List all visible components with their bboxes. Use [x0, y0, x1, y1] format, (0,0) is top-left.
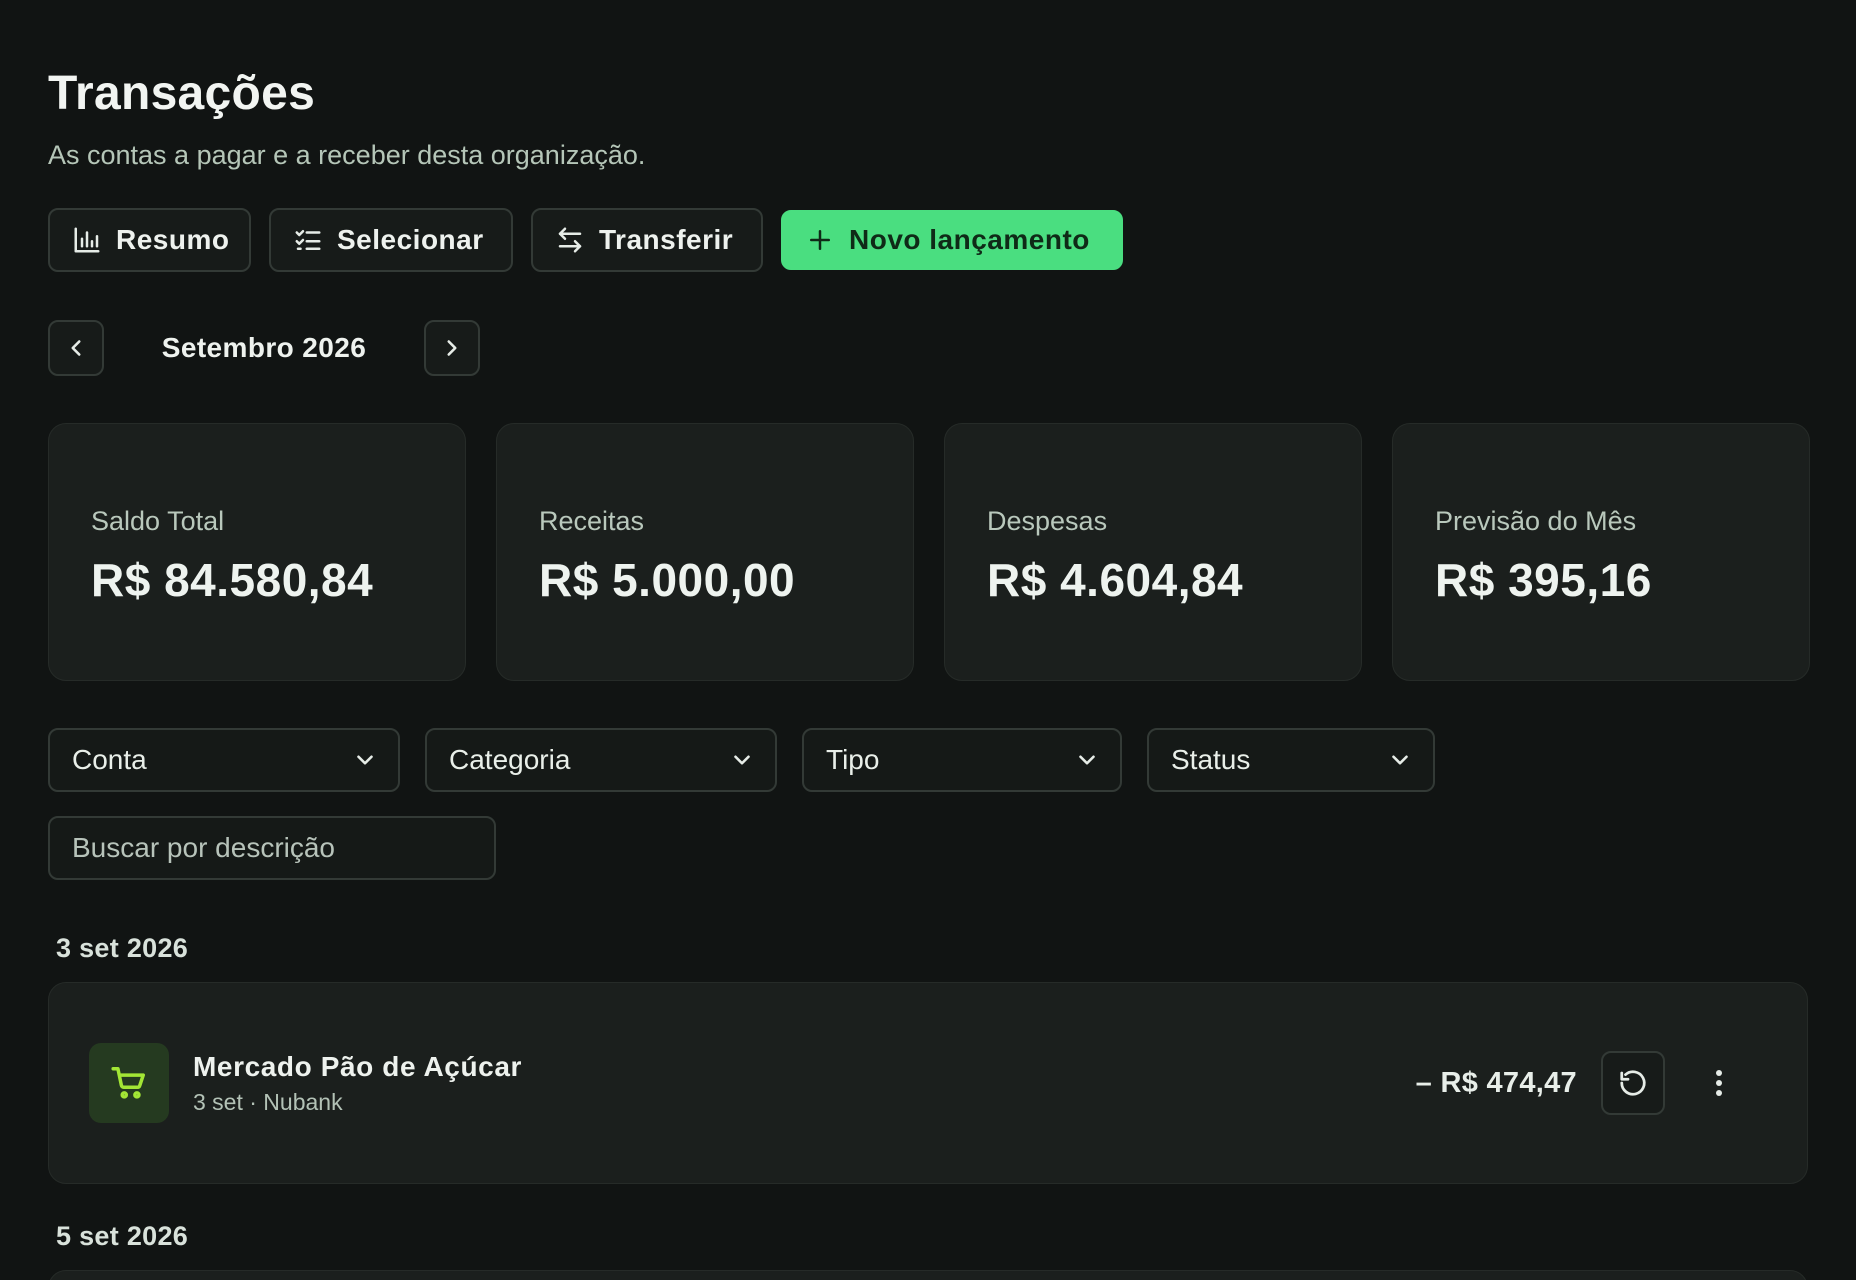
rotate-ccw-icon — [1618, 1068, 1648, 1098]
chevron-down-icon — [352, 747, 378, 773]
card-value: R$ 5.000,00 — [539, 553, 796, 606]
card-label: Previsão do Mês — [1435, 505, 1637, 536]
status-filter-value: Status — [1171, 744, 1251, 775]
summary-cards: Saldo Total R$ 84.580,84 Receitas R$ 5.0… — [48, 423, 1810, 681]
card-value: R$ 395,16 — [1435, 553, 1652, 606]
page-subtitle: As contas a pagar e a receber desta orga… — [48, 140, 646, 170]
select-button[interactable]: Selecionar — [269, 208, 513, 272]
type-filter-select[interactable]: Tipo — [802, 728, 1122, 792]
transaction-row[interactable] — [48, 1270, 1808, 1280]
previous-month-button[interactable] — [48, 320, 104, 376]
next-month-button[interactable] — [424, 320, 480, 376]
new-entry-button-label: Novo lançamento — [849, 224, 1090, 255]
date-group-header: 5 set 2026 — [56, 1221, 189, 1251]
transfer-button-label: Transferir — [599, 224, 734, 255]
list-checks-icon — [293, 225, 323, 255]
plus-icon — [805, 225, 835, 255]
card-label: Despesas — [987, 505, 1108, 536]
status-filter-select[interactable]: Status — [1147, 728, 1435, 792]
type-filter-value: Tipo — [826, 744, 880, 775]
new-entry-button[interactable]: Novo lançamento — [781, 210, 1123, 270]
page-title: Transações — [48, 67, 316, 120]
search-input[interactable] — [48, 816, 496, 880]
arrows-swap-icon — [555, 225, 585, 255]
total-balance-card: Saldo Total R$ 84.580,84 — [48, 423, 466, 681]
expenses-card: Despesas R$ 4.604,84 — [944, 423, 1362, 681]
card-label: Saldo Total — [91, 505, 225, 536]
transaction-row[interactable]: Mercado Pão de Açúcar 3 set · Nubank – R… — [48, 982, 1808, 1184]
toolbar: Resumo Selecionar Transferir Novo lançam… — [48, 208, 1123, 272]
income-card: Receitas R$ 5.000,00 — [496, 423, 914, 681]
category-badge — [89, 1043, 169, 1123]
transaction-info: Mercado Pão de Açúcar 3 set · Nubank — [193, 1051, 1416, 1116]
summary-button-label: Resumo — [116, 224, 230, 255]
transaction-description: Mercado Pão de Açúcar — [193, 1050, 523, 1082]
chevron-down-icon — [1387, 747, 1413, 773]
chevron-down-icon — [1074, 747, 1100, 773]
card-value: R$ 84.580,84 — [91, 553, 374, 606]
bar-chart-icon — [72, 225, 102, 255]
account-filter-value: Conta — [72, 744, 147, 775]
transaction-amount: – R$ 474,47 — [1415, 1066, 1577, 1099]
select-button-label: Selecionar — [337, 224, 484, 255]
current-month-label: Setembro 2026 — [161, 332, 367, 363]
summary-button[interactable]: Resumo — [48, 208, 251, 272]
revert-status-button[interactable] — [1601, 1051, 1665, 1115]
more-vertical-icon — [1715, 1069, 1723, 1097]
date-group-header: 3 set 2026 — [56, 933, 189, 963]
chevron-right-icon — [439, 335, 465, 361]
card-value: R$ 4.604,84 — [987, 553, 1244, 606]
transaction-meta: 3 set · Nubank — [193, 1088, 343, 1115]
account-filter-select[interactable]: Conta — [48, 728, 400, 792]
month-forecast-card: Previsão do Mês R$ 395,16 — [1392, 423, 1810, 681]
category-filter-value: Categoria — [449, 744, 571, 775]
card-label: Receitas — [539, 505, 645, 536]
chevron-down-icon — [729, 747, 755, 773]
chevron-left-icon — [63, 335, 89, 361]
transactions-page: Transações As contas a pagar e a receber… — [0, 0, 1856, 1280]
shopping-cart-icon — [110, 1064, 148, 1102]
filters-bar: Conta Categoria Tipo Status — [48, 728, 1435, 792]
month-navigation: Setembro 2026 — [48, 320, 480, 376]
transfer-button[interactable]: Transferir — [531, 208, 763, 272]
category-filter-select[interactable]: Categoria — [425, 728, 777, 792]
more-options-button[interactable] — [1699, 1051, 1739, 1115]
